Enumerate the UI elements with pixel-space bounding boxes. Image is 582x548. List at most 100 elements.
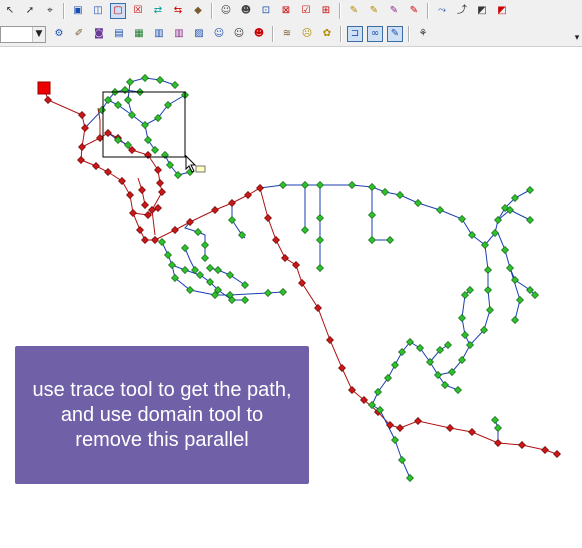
path-node[interactable]	[78, 111, 86, 119]
edit-note-button[interactable]: ✎	[346, 3, 362, 19]
path-node[interactable]	[264, 214, 272, 222]
branch-node[interactable]	[124, 96, 132, 104]
path-node[interactable]	[518, 441, 526, 449]
path-node[interactable]	[494, 439, 502, 447]
branch-node[interactable]	[406, 474, 414, 482]
add-node-button[interactable]: ▣	[70, 3, 86, 19]
path-node[interactable]	[298, 279, 306, 287]
branch-node[interactable]	[144, 136, 152, 144]
branch-node[interactable]	[316, 264, 324, 272]
path-node[interactable]	[244, 191, 252, 199]
branch-node[interactable]	[501, 246, 509, 254]
path-node[interactable]	[414, 417, 422, 425]
resize-button[interactable]: ◩	[474, 3, 490, 19]
path-node[interactable]	[326, 336, 334, 344]
branch-node[interactable]	[398, 456, 406, 464]
path-node[interactable]	[396, 424, 404, 432]
resize-red-button[interactable]: ◩	[494, 3, 510, 19]
branch-node[interactable]	[414, 199, 422, 207]
branch-node[interactable]	[458, 314, 466, 322]
path-node[interactable]	[138, 186, 146, 194]
path-node[interactable]	[129, 209, 137, 217]
branch-node[interactable]	[158, 238, 166, 246]
branch-node[interactable]	[368, 211, 376, 219]
path-node[interactable]	[77, 156, 85, 164]
branch-link[interactable]	[127, 77, 176, 116]
branch-node[interactable]	[126, 78, 134, 86]
branch-link[interactable]	[437, 374, 459, 391]
branch-node[interactable]	[461, 331, 469, 339]
branch-link[interactable]	[509, 267, 521, 321]
branch-node[interactable]	[194, 228, 202, 236]
path-node[interactable]	[171, 226, 179, 234]
path-node[interactable]	[338, 364, 346, 372]
user-link-button[interactable]: ☻	[238, 3, 254, 19]
branch-node[interactable]	[384, 374, 392, 382]
path-node[interactable]	[141, 201, 149, 209]
path-node[interactable]	[156, 179, 164, 187]
path-node[interactable]	[281, 254, 289, 262]
path-node[interactable]	[144, 211, 152, 219]
network-button[interactable]: ⚙	[51, 26, 67, 42]
branch-node[interactable]	[368, 401, 376, 409]
source-node[interactable]	[37, 81, 51, 95]
path-node[interactable]	[228, 199, 236, 207]
path-node[interactable]	[151, 236, 159, 244]
branch-node[interactable]	[484, 266, 492, 274]
branch-node[interactable]	[368, 236, 376, 244]
branch-link[interactable]	[184, 247, 196, 271]
branch-node[interactable]	[181, 244, 189, 252]
edit-domain-button[interactable]: ✎	[387, 26, 403, 42]
select-arrow-button[interactable]: ➚	[22, 3, 38, 19]
path-node[interactable]	[446, 424, 454, 432]
branch-link[interactable]	[371, 187, 390, 241]
path-node[interactable]	[154, 166, 162, 174]
path-node[interactable]	[292, 261, 300, 269]
branch-node[interactable]	[434, 371, 442, 379]
branch-node[interactable]	[279, 181, 287, 189]
person-flag-button[interactable]: ☻	[251, 26, 267, 42]
branch-link[interactable]	[484, 189, 531, 246]
branch-node[interactable]	[168, 261, 176, 269]
branch-node[interactable]	[156, 76, 164, 84]
calculator-button[interactable]: ▨	[191, 26, 207, 42]
branch-link[interactable]	[184, 221, 206, 258]
branch-node[interactable]	[316, 181, 324, 189]
branch-link[interactable]	[84, 89, 141, 129]
branch-node[interactable]	[391, 436, 399, 444]
path-node[interactable]	[211, 206, 219, 214]
branch-node[interactable]	[494, 424, 502, 432]
branch-node[interactable]	[441, 381, 449, 389]
path-node[interactable]	[78, 143, 86, 151]
branch-node[interactable]	[171, 81, 179, 89]
connect-button[interactable]: ⊡	[258, 3, 274, 19]
path-node[interactable]	[468, 428, 476, 436]
branch-link[interactable]	[107, 94, 186, 126]
branch-node[interactable]	[226, 271, 234, 279]
branch-node[interactable]	[201, 254, 209, 262]
face-button[interactable]: ☹	[299, 26, 315, 42]
add-link-button[interactable]: ◫	[90, 3, 106, 19]
path-node[interactable]	[553, 450, 561, 458]
pencil-ruler-button[interactable]: ✐	[71, 26, 87, 42]
branch-node[interactable]	[526, 186, 534, 194]
branch-node[interactable]	[458, 215, 466, 223]
branch-node[interactable]	[486, 306, 494, 314]
branch-node[interactable]	[316, 214, 324, 222]
branch-node[interactable]	[454, 386, 462, 394]
barrel-button[interactable]: ◙	[91, 26, 107, 42]
branch-node[interactable]	[151, 146, 159, 154]
walker-button[interactable]: ⚘	[415, 26, 431, 42]
person-button[interactable]: ☺	[211, 26, 227, 42]
path-node[interactable]	[256, 184, 264, 192]
path-node[interactable]	[136, 226, 144, 234]
edit-purple-button[interactable]: ✎	[386, 3, 402, 19]
branch-node[interactable]	[241, 296, 249, 304]
rectangle-select-button[interactable]: ▢	[110, 3, 126, 19]
branch-node[interactable]	[206, 264, 214, 272]
gear-face-button[interactable]: ✿	[319, 26, 335, 42]
domain-tool-button[interactable]: ∞	[367, 26, 383, 42]
disconnect-button[interactable]: ⊠	[278, 3, 294, 19]
user-node-button[interactable]: ☺	[218, 3, 234, 19]
branch-node[interactable]	[516, 296, 524, 304]
